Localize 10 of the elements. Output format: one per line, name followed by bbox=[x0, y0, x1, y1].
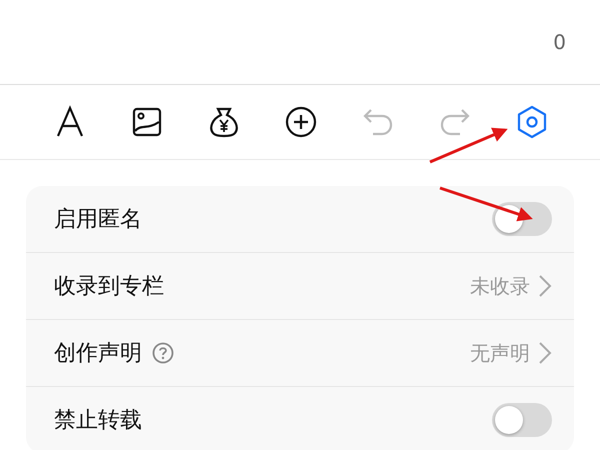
count-text: 0 bbox=[553, 30, 566, 54]
setting-label: 禁止转载 bbox=[54, 407, 142, 435]
setting-label: 启用匿名 bbox=[54, 206, 142, 234]
toggle-switch[interactable] bbox=[492, 403, 552, 437]
setting-label: 创作声明 bbox=[54, 340, 142, 368]
setting-label: 收录到专栏 bbox=[54, 273, 164, 301]
setting-value[interactable]: 无声明 bbox=[470, 340, 530, 366]
toggle-switch[interactable] bbox=[492, 202, 552, 236]
setting-value[interactable]: 未收录 bbox=[470, 272, 530, 300]
help-icon[interactable] bbox=[152, 342, 174, 364]
